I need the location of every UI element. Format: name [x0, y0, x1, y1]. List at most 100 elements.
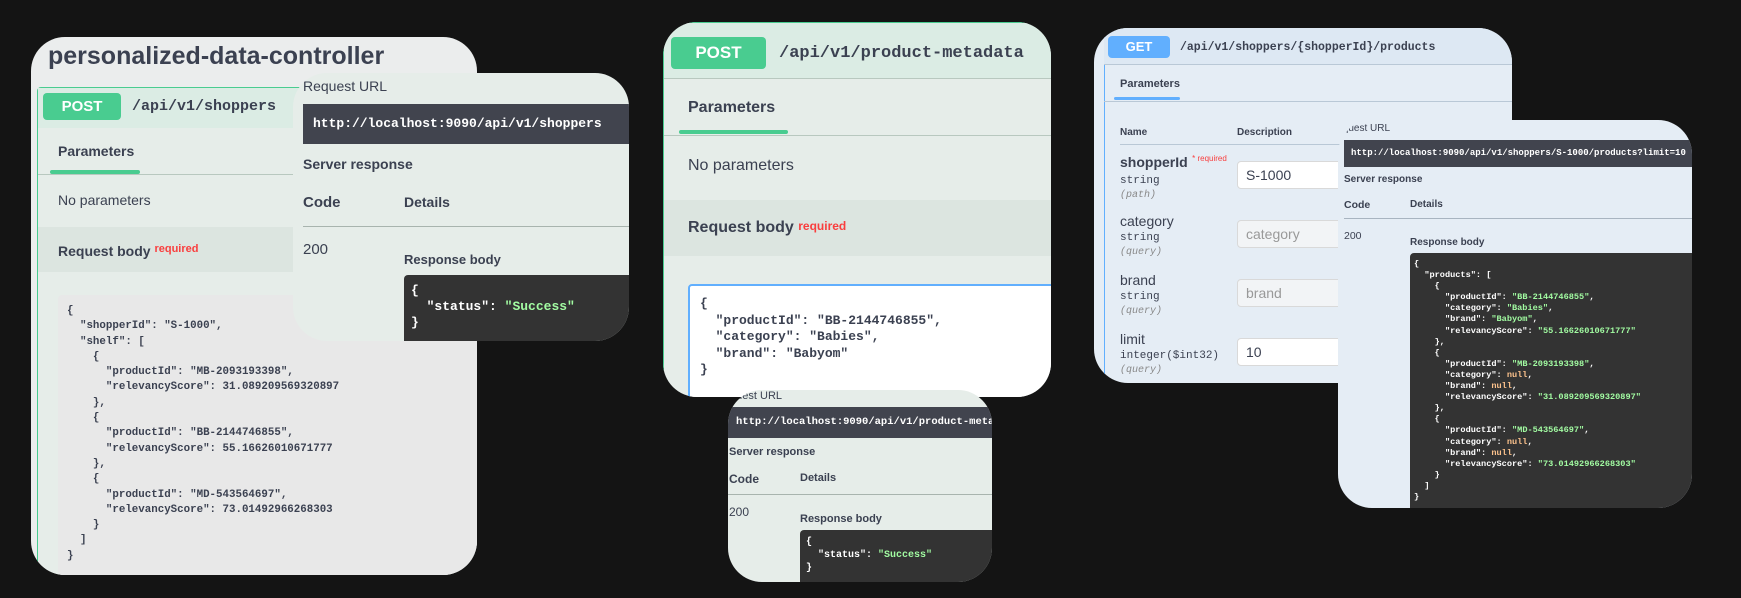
json-string-value: "Babyom"	[1491, 314, 1533, 325]
server-response-label: Server response	[303, 156, 413, 172]
code-column-header: Code	[729, 472, 759, 486]
param-row-category: category string (query)	[1120, 213, 1174, 258]
param-name: category	[1120, 213, 1174, 229]
request-body-json[interactable]: { "productId": "BB-2144746855", "categor…	[690, 286, 1051, 379]
endpoint-path[interactable]: /api/v1/shoppers	[132, 98, 276, 115]
no-parameters-text: No parameters	[58, 192, 151, 208]
request-body-label: Request body required	[58, 243, 198, 259]
divider	[1104, 101, 1512, 102]
param-type: string	[1120, 232, 1160, 244]
required-marker: required	[154, 243, 199, 255]
param-name: limit	[1120, 331, 1145, 347]
code-column-header: Code	[1344, 199, 1371, 211]
shoppers-post-response-panel: Request URL http://localhost:9090/api/v1…	[293, 73, 629, 341]
json-null-value: null	[1506, 369, 1528, 380]
json-status-value: "Success"	[878, 550, 933, 561]
response-table-divider	[1344, 218, 1692, 219]
post-method-badge[interactable]: POST	[43, 93, 121, 120]
param-name: brand	[1120, 272, 1156, 288]
tab-underline	[679, 130, 788, 134]
category-input[interactable]: category	[1237, 220, 1347, 248]
divider	[1104, 64, 1512, 65]
json-null-value: null	[1491, 447, 1512, 458]
tab-parameters[interactable]: Parameters	[688, 99, 775, 117]
response-table-divider	[303, 226, 629, 227]
column-name-header: Name	[1120, 127, 1148, 138]
details-column-header: Details	[800, 472, 837, 484]
request-url: http://localhost:9090/api/v1/shoppers	[313, 116, 602, 131]
json-null-value: null	[1506, 436, 1528, 447]
server-response-label: Server response	[1344, 174, 1423, 185]
request-url-box: http://localhost:9090/api/v1/shoppers/S-…	[1344, 140, 1692, 167]
request-url: http://localhost:9090/api/v1/product-met…	[736, 416, 992, 428]
param-type: integer($int32)	[1120, 350, 1220, 362]
response-code: 200	[729, 505, 750, 519]
details-column-header: Details	[1410, 199, 1443, 210]
request-url: http://localhost:9090/api/v1/shoppers/S-…	[1351, 148, 1686, 158]
tab-parameters[interactable]: Parameters	[1120, 78, 1180, 90]
brand-input[interactable]: brand	[1237, 279, 1347, 307]
request-url-label: Request URL	[1338, 123, 1391, 134]
response-code: 200	[1344, 230, 1362, 242]
json-close-brace: }	[806, 563, 813, 574]
request-body-text: Request body	[58, 243, 151, 259]
json-string-value: "BB-2144746855"	[1512, 292, 1590, 303]
request-body-label: Request body required	[688, 219, 846, 237]
json-string-value: "31.089209569320897"	[1537, 392, 1641, 403]
param-type: string	[1120, 175, 1160, 187]
param-type: string	[1120, 291, 1160, 303]
server-response-label: Server response	[729, 446, 816, 458]
request-url-label: Request URL	[728, 390, 783, 402]
json-status-key: "status"	[818, 550, 867, 561]
required-marker: * required	[1192, 154, 1227, 163]
param-name: shopperId	[1120, 154, 1188, 170]
response-table-divider	[728, 494, 992, 495]
response-body-label: Response body	[404, 252, 501, 267]
column-description-header: Description	[1237, 127, 1293, 138]
code-column-header: Code	[303, 194, 341, 211]
response-body-label: Response body	[1410, 237, 1485, 248]
response-body: { "status": "Success" }	[404, 275, 629, 341]
endpoint-path[interactable]: /api/v1/product-metadata	[779, 44, 1024, 63]
response-body-label: Response body	[800, 513, 882, 525]
request-body-text: Request body	[688, 219, 794, 236]
divider	[664, 78, 1051, 79]
shopperid-input[interactable]: S-1000	[1237, 161, 1347, 189]
json-null-value: null	[1491, 381, 1512, 392]
limit-input[interactable]: 10	[1237, 338, 1347, 366]
details-column-header: Details	[404, 194, 450, 210]
required-marker: required	[798, 219, 847, 233]
no-parameters-text: No parameters	[688, 157, 794, 174]
param-row-brand: brand string (query)	[1120, 272, 1162, 317]
response-code: 200	[303, 241, 329, 258]
get-method-badge[interactable]: GET	[1108, 36, 1170, 58]
product-metadata-response-panel: Request URL http://localhost:9090/api/v1…	[728, 390, 992, 582]
param-location: (query)	[1120, 247, 1163, 258]
endpoint-path[interactable]: /api/v1/shoppers/{shopperId}/products	[1180, 41, 1435, 54]
param-location: (path)	[1120, 190, 1157, 201]
json-string-value: "MB-2093193398"	[1512, 358, 1590, 369]
json-string-value: "Babies"	[1506, 303, 1549, 314]
controller-title: personalized-data-controller	[48, 42, 385, 70]
product-metadata-post-request-panel: POST /api/v1/product-metadata Parameters…	[663, 22, 1051, 397]
json-status-key: "status"	[426, 299, 490, 314]
post-method-badge[interactable]: POST	[671, 37, 766, 69]
param-row-shopperid: shopperId * required string (path)	[1120, 154, 1227, 201]
tab-underline	[1114, 97, 1180, 100]
tab-parameters[interactable]: Parameters	[58, 143, 134, 159]
divider	[664, 135, 1051, 136]
param-row-limit: limit integer($int32) (query)	[1120, 331, 1219, 376]
json-string-value: "55.16626010671777"	[1537, 325, 1636, 336]
json-status-value: "Success"	[504, 299, 575, 314]
response-body: { "status": "Success" }	[800, 530, 992, 582]
response-body: { "products": [ { "productId": "BB-21447…	[1410, 253, 1692, 508]
json-string-value: "MD-543564697"	[1512, 425, 1585, 436]
request-url-label: Request URL	[303, 78, 388, 94]
json-open-brace: {	[806, 537, 813, 548]
request-url-box: http://localhost:9090/api/v1/shoppers	[303, 104, 629, 144]
request-url-box: http://localhost:9090/api/v1/product-met…	[728, 407, 992, 438]
json-close-brace: }	[411, 315, 419, 330]
param-location: (query)	[1120, 365, 1163, 376]
request-body-editor[interactable]: { "productId": "BB-2144746855", "categor…	[688, 284, 1051, 397]
json-open-brace: {	[411, 283, 419, 298]
